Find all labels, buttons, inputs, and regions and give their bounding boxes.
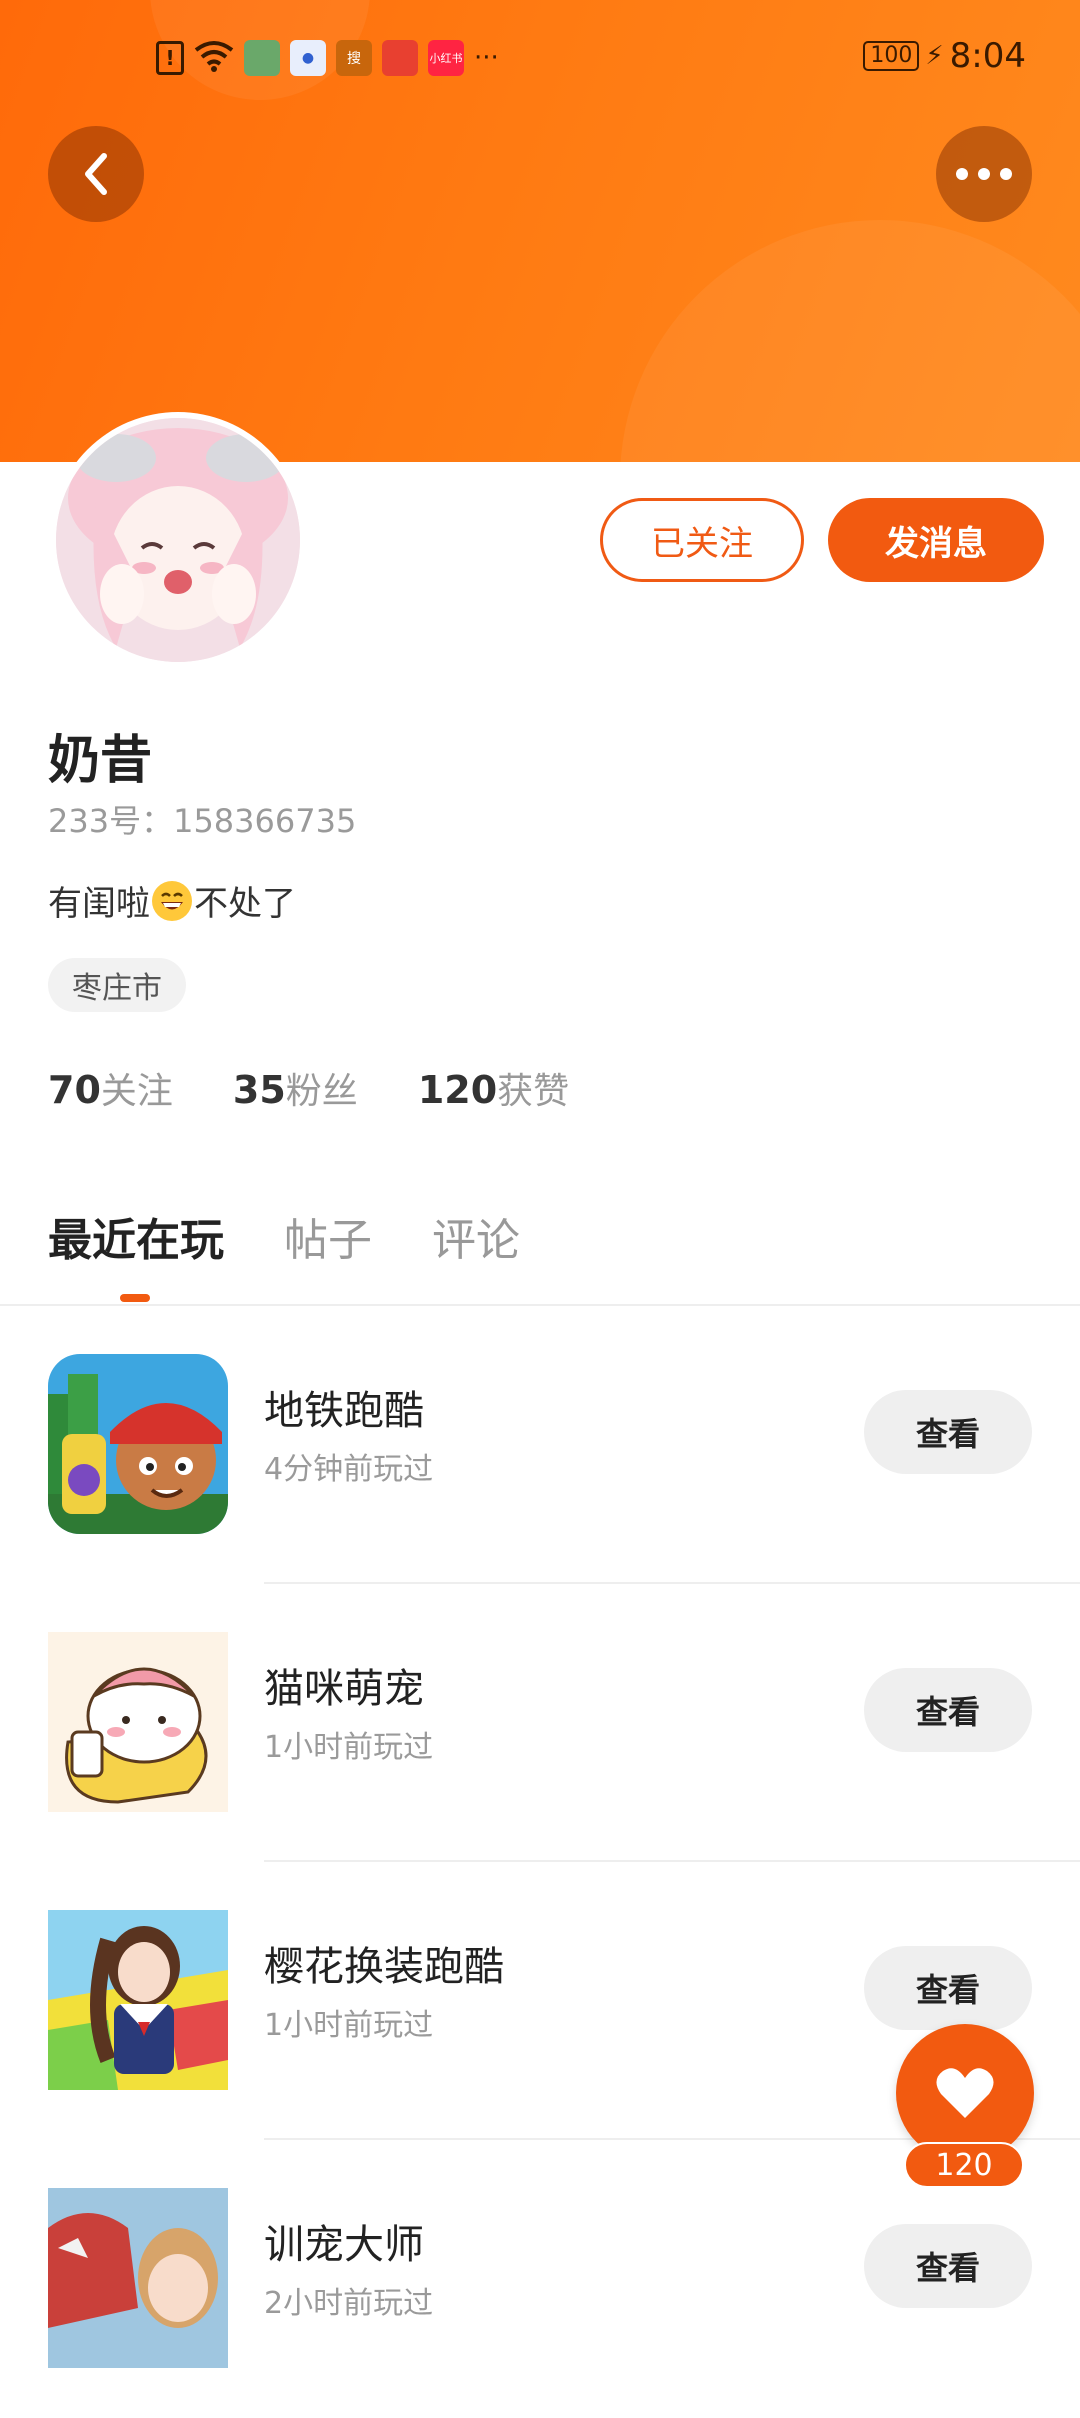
profile-header-banner: ! ● 搜 小红书 ··· 100 ⚡ 8:04 xyxy=(0,0,1080,462)
tab-posts[interactable]: 帖子 xyxy=(284,1204,372,1268)
stat-following[interactable]: 70关注 xyxy=(48,1062,173,1114)
user-bio: 有闺啦 不处了 xyxy=(48,876,296,925)
more-options-button[interactable] xyxy=(936,126,1032,222)
grinning-face-emoji-icon xyxy=(152,880,192,921)
location-tag: 枣庄市 xyxy=(48,958,186,1012)
chevron-left-icon xyxy=(85,153,107,195)
back-button[interactable] xyxy=(48,126,144,222)
game-last-played: 1小时前玩过 xyxy=(264,1730,434,1765)
baidu-notification-icon: ● xyxy=(290,40,326,76)
list-item[interactable]: 地铁跑酷 4分钟前玩过 查看 xyxy=(0,1306,1080,1584)
game-name: 猫咪萌宠 xyxy=(264,1666,424,1712)
xiaohongshu-notification-icon: 小红书 xyxy=(428,40,464,76)
subway-surfers-game-icon xyxy=(48,1354,228,1534)
like-count-badge: 120 xyxy=(904,2142,1024,2188)
stat-fans[interactable]: 35粉丝 xyxy=(233,1062,358,1114)
pet-trainer-game-icon xyxy=(48,2188,228,2368)
clock: 8:04 xyxy=(949,36,1026,76)
sakura-dressup-runner-game-icon xyxy=(48,1910,228,2090)
app-notification-icon xyxy=(244,40,280,76)
followed-button[interactable]: 已关注 xyxy=(600,498,804,582)
profile-tabs: 最近在玩 帖子 评论 xyxy=(48,1204,520,1268)
game-last-played: 2小时前玩过 xyxy=(264,2286,434,2321)
view-game-button[interactable]: 查看 xyxy=(864,1946,1032,2030)
user-name: 奶昔 xyxy=(48,731,153,791)
game-name: 训宠大师 xyxy=(264,2222,424,2268)
sim-alert-icon: ! xyxy=(156,41,184,75)
heart-icon xyxy=(936,2068,994,2118)
bio-text-start: 有闺啦 xyxy=(48,884,150,924)
more-dots-icon xyxy=(956,168,1012,180)
avatar[interactable] xyxy=(50,412,306,668)
bio-text-end: 不处了 xyxy=(194,884,296,924)
active-tab-indicator xyxy=(120,1294,150,1302)
view-game-button[interactable]: 查看 xyxy=(864,2224,1032,2308)
game-name: 地铁跑酷 xyxy=(264,1388,424,1434)
status-bar: ! ● 搜 小红书 ··· 100 ⚡ 8:04 xyxy=(0,30,1080,94)
more-notifications-icon: ··· xyxy=(474,43,499,73)
stat-likes[interactable]: 120获赞 xyxy=(418,1062,569,1114)
send-message-button[interactable]: 发消息 xyxy=(828,498,1044,582)
profile-stats: 70关注 35粉丝 120获赞 xyxy=(48,1062,569,1114)
sogou-notification-icon: 搜 xyxy=(336,40,372,76)
battery-icon: 100 xyxy=(863,41,920,71)
game-last-played: 4分钟前玩过 xyxy=(264,1452,434,1487)
game-last-played: 1小时前玩过 xyxy=(264,2008,434,2043)
wifi-icon xyxy=(194,40,234,76)
list-item[interactable]: 猫咪萌宠 1小时前玩过 查看 xyxy=(0,1584,1080,1862)
tab-recently-played[interactable]: 最近在玩 xyxy=(48,1204,224,1268)
cat-pet-game-icon xyxy=(48,1632,228,1812)
view-game-button[interactable]: 查看 xyxy=(864,1668,1032,1752)
game-notification-icon xyxy=(382,40,418,76)
tab-comments[interactable]: 评论 xyxy=(432,1204,520,1268)
game-name: 樱花换装跑酷 xyxy=(264,1944,504,1990)
charging-icon: ⚡ xyxy=(925,41,944,71)
anime-avatar-image xyxy=(56,418,300,662)
user-id: 233号：158366735 xyxy=(48,802,357,840)
view-game-button[interactable]: 查看 xyxy=(864,1390,1032,1474)
